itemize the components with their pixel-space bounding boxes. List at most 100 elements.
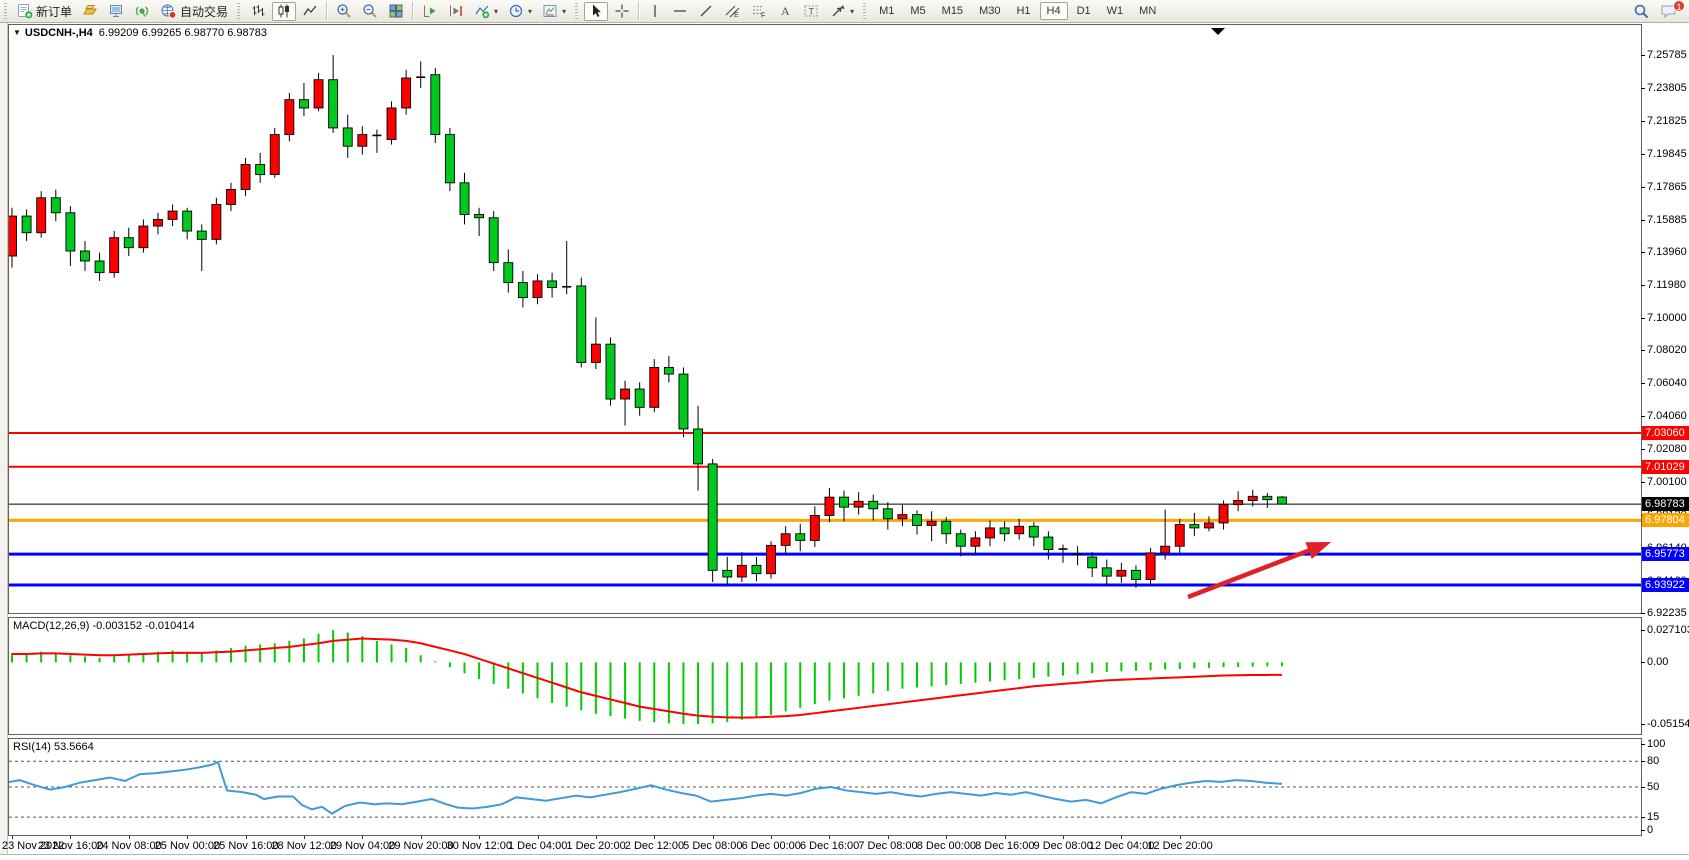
zoom-in-icon [336,3,352,19]
timeframe-h1[interactable]: H1 [1009,2,1037,20]
candle-body [518,283,527,298]
candle-body [1015,526,1024,533]
candle-body [533,281,542,298]
line-price-label: 6.93922 [1642,578,1689,592]
tile-windows-button[interactable] [384,2,408,21]
text-label-icon: T [803,3,820,19]
zoom-in-button[interactable] [332,2,356,21]
one-click-trading-toggle[interactable]: ▼ [13,28,21,37]
date-axis-label: 29 Nov 04:00 [330,840,395,852]
vertical-line-button[interactable] [644,2,666,21]
date-axis-tick [187,836,188,839]
svg-text:A: A [781,4,790,18]
date-axis-label: 25 Nov 00:00 [155,840,220,852]
candle-body [898,515,907,519]
periods-button[interactable]: ▾ [504,2,536,21]
market-button[interactable] [78,2,102,21]
rsi-canvas[interactable] [9,739,1641,835]
date-axis-tick [1005,836,1006,839]
candle-body [489,218,498,263]
indicators-button[interactable]: ▾ [470,2,502,21]
templates-button[interactable]: ▾ [538,2,570,21]
candle-body [591,344,600,362]
chart-title: ▼USDCNH-,H46.99209 6.99265 6.98770 6.987… [13,27,267,39]
price-axis-tick: 7.02080 [1647,443,1687,455]
cursor-button[interactable] [584,2,608,21]
price-axis-tick: 7.11980 [1647,279,1686,291]
timeframe-d1[interactable]: D1 [1070,2,1098,20]
rsi-line [9,762,1282,814]
horizontal-line-button[interactable] [668,2,692,21]
toolbar-separator [412,2,414,20]
date-axis-tick [129,836,130,839]
candle-body [139,226,148,248]
price-axis-tick: 7.15885 [1647,214,1687,226]
line-price-label: 7.03060 [1642,426,1689,440]
date-axis-label: 12 Dec 20:00 [1147,840,1212,852]
virtual-hosting-icon [108,3,124,19]
timeframe-w1[interactable]: W1 [1100,2,1131,20]
timeframe-m30[interactable]: M30 [972,2,1007,20]
date-axis-label: 7 Dec 08:00 [858,840,917,852]
candle-body [883,509,892,519]
fibonacci-retracement-button[interactable]: F [747,2,772,21]
rsi-label: RSI(14) 53.5664 [13,741,94,753]
date-axis-tick [771,836,772,839]
price-axis-tick: 7.04060 [1647,410,1687,422]
chart-shift-icon [448,3,464,19]
zoom-out-button[interactable] [358,2,382,21]
line-chart-icon [302,3,318,19]
line-chart-button[interactable] [298,2,322,21]
text-icon: A [778,3,793,19]
trendline-button[interactable] [694,2,718,21]
candle-body [256,165,265,175]
timeframe-mn[interactable]: MN [1132,2,1163,20]
line-price-label: 6.97804 [1642,513,1689,527]
bar-chart-button[interactable] [246,2,270,21]
auto-scroll-button[interactable] [418,2,442,21]
svg-text:F: F [761,13,765,20]
candle-body [270,135,279,175]
timeframe-m15[interactable]: M15 [935,2,970,20]
text-button[interactable]: A [774,2,797,21]
templates-icon [542,3,558,19]
community-chat-button[interactable]: 1 [1656,2,1682,21]
candle-body [153,219,162,226]
status-divider [0,854,1689,855]
candle-body [212,204,221,239]
chart-shift-button[interactable] [444,2,468,21]
date-axis-label: 9 Dec 08:00 [1034,840,1093,852]
candle-body [708,464,717,570]
autotrading-label: 自动交易 [180,3,228,20]
candle-body [1234,500,1243,504]
candle-body [942,521,951,533]
line-price-label: 7.01029 [1642,460,1689,474]
candle-body [1248,496,1257,500]
equidistant-channel-button[interactable]: E [720,2,745,21]
text-label-button[interactable]: T [799,2,824,21]
arrows-button[interactable]: ▾ [826,2,858,21]
timeframe-h4[interactable]: H4 [1040,2,1068,20]
price-axis-tick: 7.17865 [1647,181,1687,193]
new-order-button[interactable]: 新订单 [13,2,76,21]
virtual-hosting-button[interactable] [104,2,128,21]
price-axis-tick: 7.10000 [1647,312,1687,324]
candlestick-chart-button[interactable] [272,2,296,21]
candle-body [1277,497,1286,504]
timeframe-m5[interactable]: M5 [903,2,932,20]
arrows-icon [830,3,846,19]
crosshair-button[interactable] [610,2,634,21]
autotrading-button[interactable]: 自动交易 [156,2,232,21]
timeframe-m1[interactable]: M1 [872,2,901,20]
market-icon [82,3,98,19]
date-axis-tick [421,836,422,839]
price-chart-panel: ▼USDCNH-,H46.99209 6.99265 6.98770 6.987… [8,24,1642,614]
trend-arrow-shaft [1188,548,1314,597]
macd-canvas[interactable] [9,618,1641,734]
signals-button[interactable] [130,2,154,21]
candle-body [1204,523,1213,528]
price-chart-canvas[interactable] [9,25,1641,613]
search-button[interactable] [1629,2,1654,21]
macd-axis-tick: -0.051546 [1647,718,1689,730]
date-axis-label: 24 Nov 08:00 [96,840,161,852]
